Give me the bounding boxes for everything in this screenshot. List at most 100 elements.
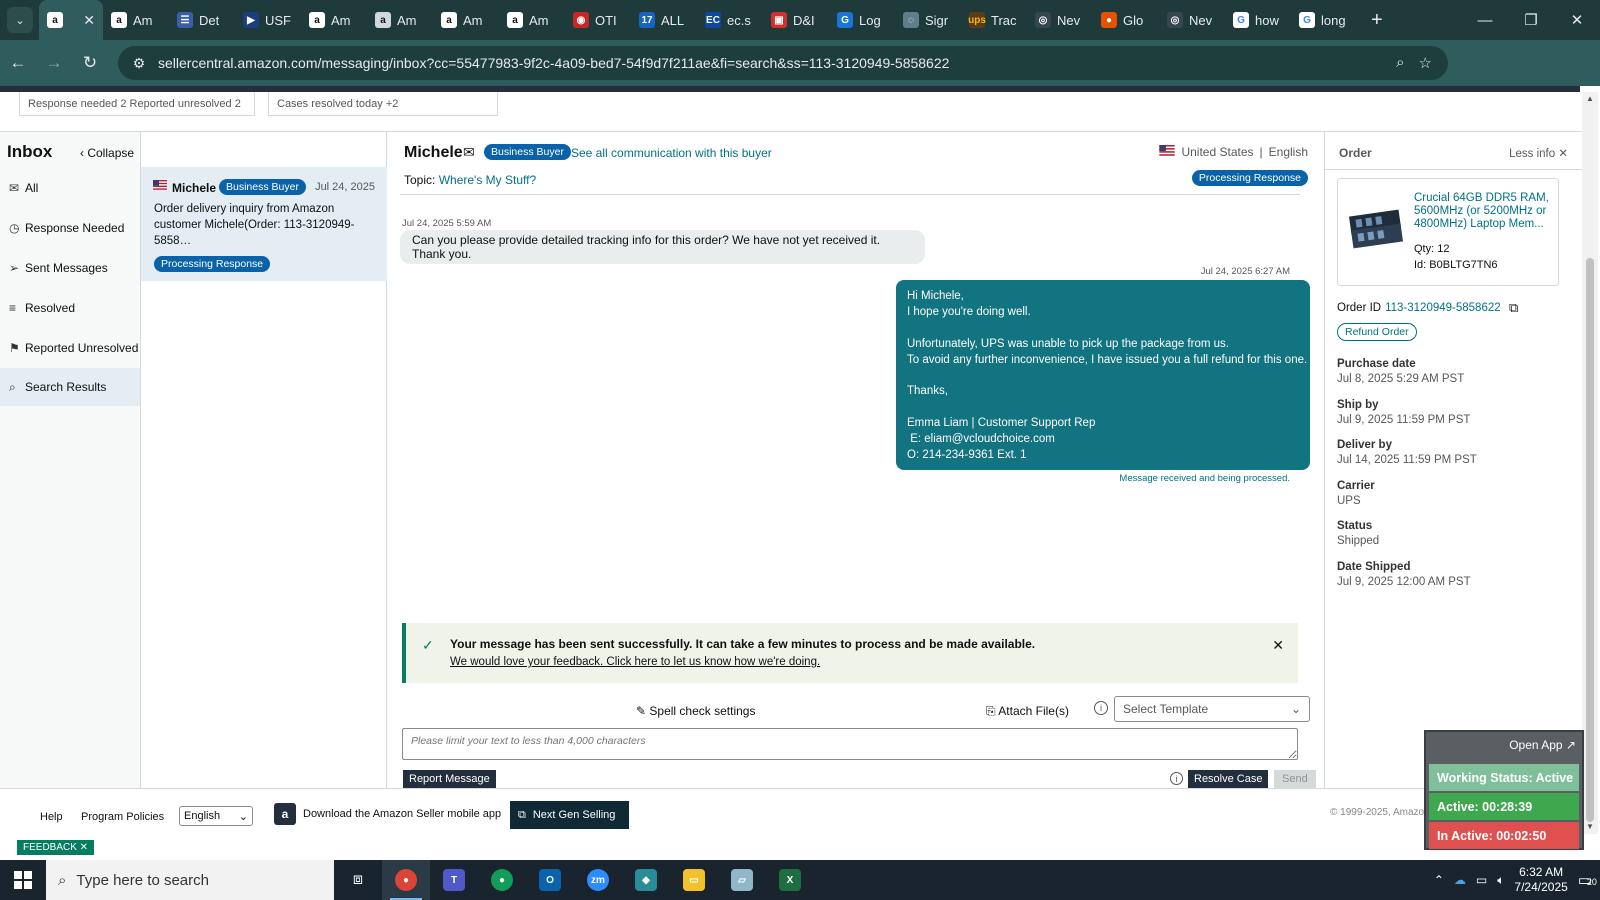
less-info-button[interactable]: Less info ✕ (1509, 146, 1568, 160)
conversation-list: Michele Business Buyer Jul 24, 2025 Orde… (141, 132, 387, 834)
sidebar-item-sent-messages[interactable]: ➢ Sent Messages (0, 249, 140, 287)
task-view-icon[interactable]: ⧈ (334, 860, 382, 900)
network-icon[interactable]: ▭ (1476, 873, 1487, 887)
browser-tab[interactable]: Glong (1291, 0, 1357, 40)
browser-tab[interactable]: a Am (103, 0, 169, 40)
person-flag-icon: ⚑ (9, 341, 20, 355)
onedrive-icon[interactable]: ☁ (1454, 873, 1466, 887)
feedback-link[interactable]: We would love your feedback. Click here … (450, 656, 820, 668)
program-policies-link[interactable]: Program Policies (81, 811, 164, 823)
browser-tab[interactable]: EC ec.s (697, 0, 763, 40)
order-field: Purchase date Jul 8, 2025 5:29 AM PST (1337, 358, 1464, 385)
url-bar[interactable]: ⚙ sellercentral.amazon.com/messaging/inb… (118, 46, 1448, 80)
browser-tab[interactable]: ▣ D&I (763, 0, 829, 40)
sidebar-item-label: Sent Messages (25, 261, 108, 275)
taskbar-search[interactable]: ⌕ Type here to search (46, 860, 334, 900)
send-button[interactable]: Send (1274, 770, 1316, 788)
close-window-icon[interactable]: ✕ (1554, 0, 1600, 40)
stats-response-needed[interactable]: Response needed 2 Reported unresolved 2 (19, 92, 255, 116)
refund-order-button[interactable]: Refund Order (1337, 323, 1417, 341)
clock[interactable]: 6:32 AM 7/24/2025 (1514, 865, 1567, 895)
browser-tab[interactable]: G Log (829, 0, 895, 40)
browser-tab[interactable]: ◌ Sigr (895, 0, 961, 40)
restore-icon[interactable]: ❐ (1508, 0, 1554, 40)
feedback-button[interactable]: FEEDBACK ✕ (17, 840, 95, 855)
collapse-button[interactable]: ‹ Collapse (80, 146, 134, 160)
resolve-case-button[interactable]: Resolve Case (1188, 770, 1269, 788)
product-name-link[interactable]: Crucial 64GB DDR5 RAM, 5600MHz (or 5200M… (1414, 192, 1554, 231)
site-info-icon[interactable]: ⚙ (124, 55, 154, 72)
info-icon[interactable]: i (1094, 701, 1108, 715)
attach-files-button[interactable]: ⎘ Attach File(s) (986, 704, 1069, 719)
language-select[interactable]: English ⌄ (179, 806, 253, 826)
reply-textarea[interactable] (402, 728, 1298, 760)
start-button[interactable] (0, 860, 46, 900)
scroll-down-icon[interactable]: ▼ (1586, 822, 1594, 831)
sidebar-item-resolved[interactable]: ≡ Resolved (0, 289, 140, 327)
forward-icon[interactable]: → (36, 53, 72, 73)
chrome-taskbar-icon[interactable]: ● (382, 860, 430, 900)
browser-tab[interactable]: ◎ Nev (1159, 0, 1225, 40)
browser-tab[interactable]: ☰ Det (169, 0, 235, 40)
stats-cases-resolved[interactable]: Cases resolved today +2 (268, 92, 498, 116)
browser-tab[interactable]: a Am (433, 0, 499, 40)
mobile-app-link[interactable]: a Download the Amazon Seller mobile app (274, 803, 501, 825)
browser-tab[interactable]: a Am (499, 0, 565, 40)
sidebar-item-search-results[interactable]: ⌕ Search Results (0, 368, 140, 406)
bookmark-star-icon[interactable]: ☆ (1419, 54, 1432, 72)
close-icon[interactable]: ✕ (1272, 637, 1284, 654)
tab-title: how (1255, 12, 1279, 28)
browser-tab[interactable]: a ✕ (39, 0, 103, 40)
next-gen-selling-button[interactable]: ⧉ Next Gen Selling (510, 801, 629, 829)
spell-check-button[interactable]: ✎ Spell check settings (636, 704, 755, 718)
sidebar-item-reported-unresolved[interactable]: ⚑ Reported Unresolved (0, 329, 140, 367)
copy-icon[interactable]: ⧉ (1509, 300, 1518, 316)
app-taskbar-icon[interactable]: ◆ (622, 860, 670, 900)
notes-taskbar-icon[interactable]: ▱ (718, 860, 766, 900)
file-explorer-taskbar-icon[interactable]: ▭ (670, 860, 718, 900)
help-link[interactable]: Help (40, 811, 63, 823)
zoom-taskbar-icon[interactable]: zm (574, 860, 622, 900)
buyer-locale: United States | English (1159, 145, 1308, 159)
reload-icon[interactable]: ↻ (72, 53, 108, 73)
zoom-icon[interactable]: ⌕ (1396, 54, 1404, 72)
order-id-link[interactable]: 113-3120949-5858622 (1385, 302, 1501, 314)
browser-tab[interactable]: ● Glo (1093, 0, 1159, 40)
conversation-item[interactable]: Michele Business Buyer Jul 24, 2025 Orde… (141, 167, 387, 281)
page-scrollbar[interactable]: ▲ ▼ (1582, 92, 1598, 834)
scroll-up-icon[interactable]: ▲ (1586, 94, 1594, 103)
tab-search-button[interactable]: ⌄ (7, 7, 33, 33)
back-icon[interactable]: ← (0, 53, 36, 73)
sidebar-item-response-needed[interactable]: ◷ Response Needed (0, 209, 140, 247)
notifications-icon[interactable]: ▭ 20 (1578, 871, 1597, 889)
minimize-icon[interactable]: — (1462, 0, 1508, 40)
excel-taskbar-icon[interactable]: X (766, 860, 814, 900)
browser-tab[interactable]: a Am (301, 0, 367, 40)
chevron-up-icon[interactable]: ⌃ (1434, 873, 1444, 887)
product-image[interactable] (1348, 207, 1404, 251)
teams-taskbar-icon[interactable]: T (430, 860, 478, 900)
info-icon[interactable]: i (1170, 772, 1183, 785)
report-message-button[interactable]: Report Message (403, 770, 496, 788)
browser-tab[interactable]: Ghow (1225, 0, 1291, 40)
see-all-communication-link[interactable]: See all communication with this buyer (571, 146, 772, 160)
browser-tab[interactable]: ▶ USF (235, 0, 301, 40)
mail-icon[interactable]: ✉ (463, 144, 475, 161)
chrome-profile-taskbar-icon[interactable]: ● (478, 860, 526, 900)
open-app-button[interactable]: Open App ↗ (1509, 738, 1576, 752)
sidebar-item-all[interactable]: ✉ All (0, 169, 140, 207)
browser-tab[interactable]: ups Trac (961, 0, 1027, 40)
outlook-taskbar-icon[interactable]: O (526, 860, 574, 900)
browser-tab[interactable]: ◎ Nev (1027, 0, 1093, 40)
select-template-dropdown[interactable]: Select Template ⌄ (1114, 696, 1310, 722)
new-tab-button[interactable]: + (1371, 9, 1383, 32)
browser-tab[interactable]: 17 ALL (631, 0, 697, 40)
close-tab-icon[interactable]: ✕ (83, 12, 95, 29)
browser-tab[interactable]: ◉ OTI (565, 0, 631, 40)
url-text[interactable]: sellercentral.amazon.com/messaging/inbox… (158, 55, 949, 71)
us-flag-icon (1159, 145, 1176, 159)
scroll-thumb[interactable] (1586, 258, 1594, 822)
volume-icon[interactable]: 🔈︎ (1497, 873, 1504, 888)
browser-tab[interactable]: a Am (367, 0, 433, 40)
topic-link[interactable]: Where's My Stuff? (439, 173, 536, 187)
